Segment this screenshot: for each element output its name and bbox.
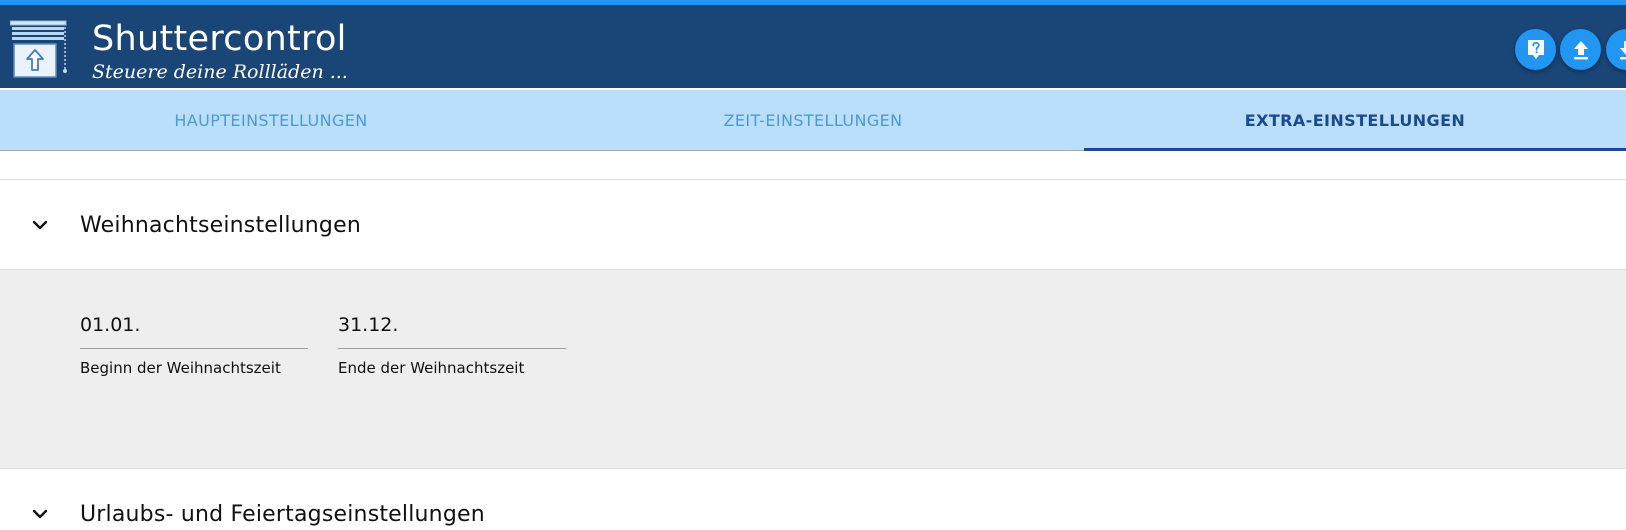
chevron-down-icon — [30, 504, 50, 524]
upload-icon — [1572, 40, 1590, 60]
chevron-down-icon — [30, 215, 50, 235]
christmas-start-field: 01.01. Beginn der Weihnachtszeit — [80, 312, 308, 377]
window-shutter-up-icon — [10, 19, 68, 79]
tab-zeit-einstellungen[interactable]: ZEIT-EINSTELLUNGEN — [542, 90, 1084, 150]
settings-tabs: HAUPTEINSTELLUNGEN ZEIT-EINSTELLUNGEN EX… — [0, 90, 1626, 151]
download-button[interactable] — [1606, 29, 1626, 70]
section-title: Urlaubs- und Feiertagseinstellungen — [80, 502, 485, 527]
christmas-end-label: Ende der Weihnachtszeit — [338, 359, 566, 377]
section-title: Weihnachtseinstellungen — [80, 213, 361, 238]
app-header: Shuttercontrol Steuere deine Rollläden .… — [0, 5, 1626, 88]
christmas-start-input[interactable]: 01.01. — [80, 312, 308, 349]
christmas-start-label: Beginn der Weihnachtszeit — [80, 359, 308, 377]
download-icon — [1618, 40, 1626, 60]
christmas-end-input[interactable]: 31.12. — [338, 312, 566, 349]
christmas-end-field: 31.12. Ende der Weihnachtszeit — [338, 312, 566, 377]
section-header-urlaubs-und-feiertagseinstellungen[interactable]: Urlaubs- und Feiertagseinstellungen — [0, 468, 1626, 530]
help-icon — [1526, 39, 1546, 61]
app-subtitle: Steuere deine Rollläden ... — [92, 60, 348, 84]
upload-button[interactable] — [1560, 29, 1601, 70]
app-title: Shuttercontrol — [92, 19, 347, 59]
tab-extra-einstellungen[interactable]: EXTRA-EINSTELLUNGEN — [1084, 90, 1626, 150]
section-panel-weihnachtseinstellungen: 01.01. Beginn der Weihnachtszeit 31.12. … — [0, 269, 1626, 468]
divider — [0, 179, 1626, 180]
help-button[interactable] — [1515, 29, 1556, 70]
tab-haupteinstellungen[interactable]: HAUPTEINSTELLUNGEN — [0, 90, 542, 150]
section-header-weihnachtseinstellungen[interactable]: Weihnachtseinstellungen — [0, 181, 1626, 269]
